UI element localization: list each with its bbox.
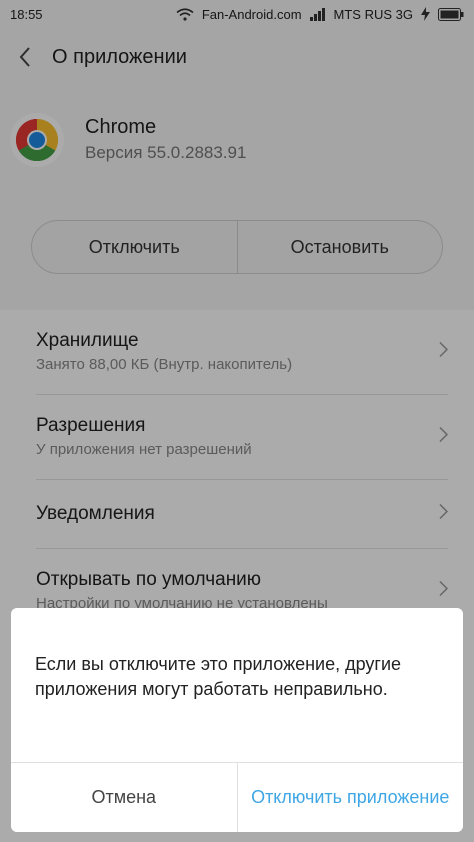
dialog-message: Если вы отключите это приложение, другие…	[35, 654, 402, 699]
cancel-button[interactable]: Отмена	[11, 763, 237, 832]
disable-app-dialog: Если вы отключите это приложение, другие…	[11, 608, 463, 832]
confirm-disable-button[interactable]: Отключить приложение	[238, 763, 464, 832]
dialog-actions: Отмена Отключить приложение	[11, 762, 463, 832]
